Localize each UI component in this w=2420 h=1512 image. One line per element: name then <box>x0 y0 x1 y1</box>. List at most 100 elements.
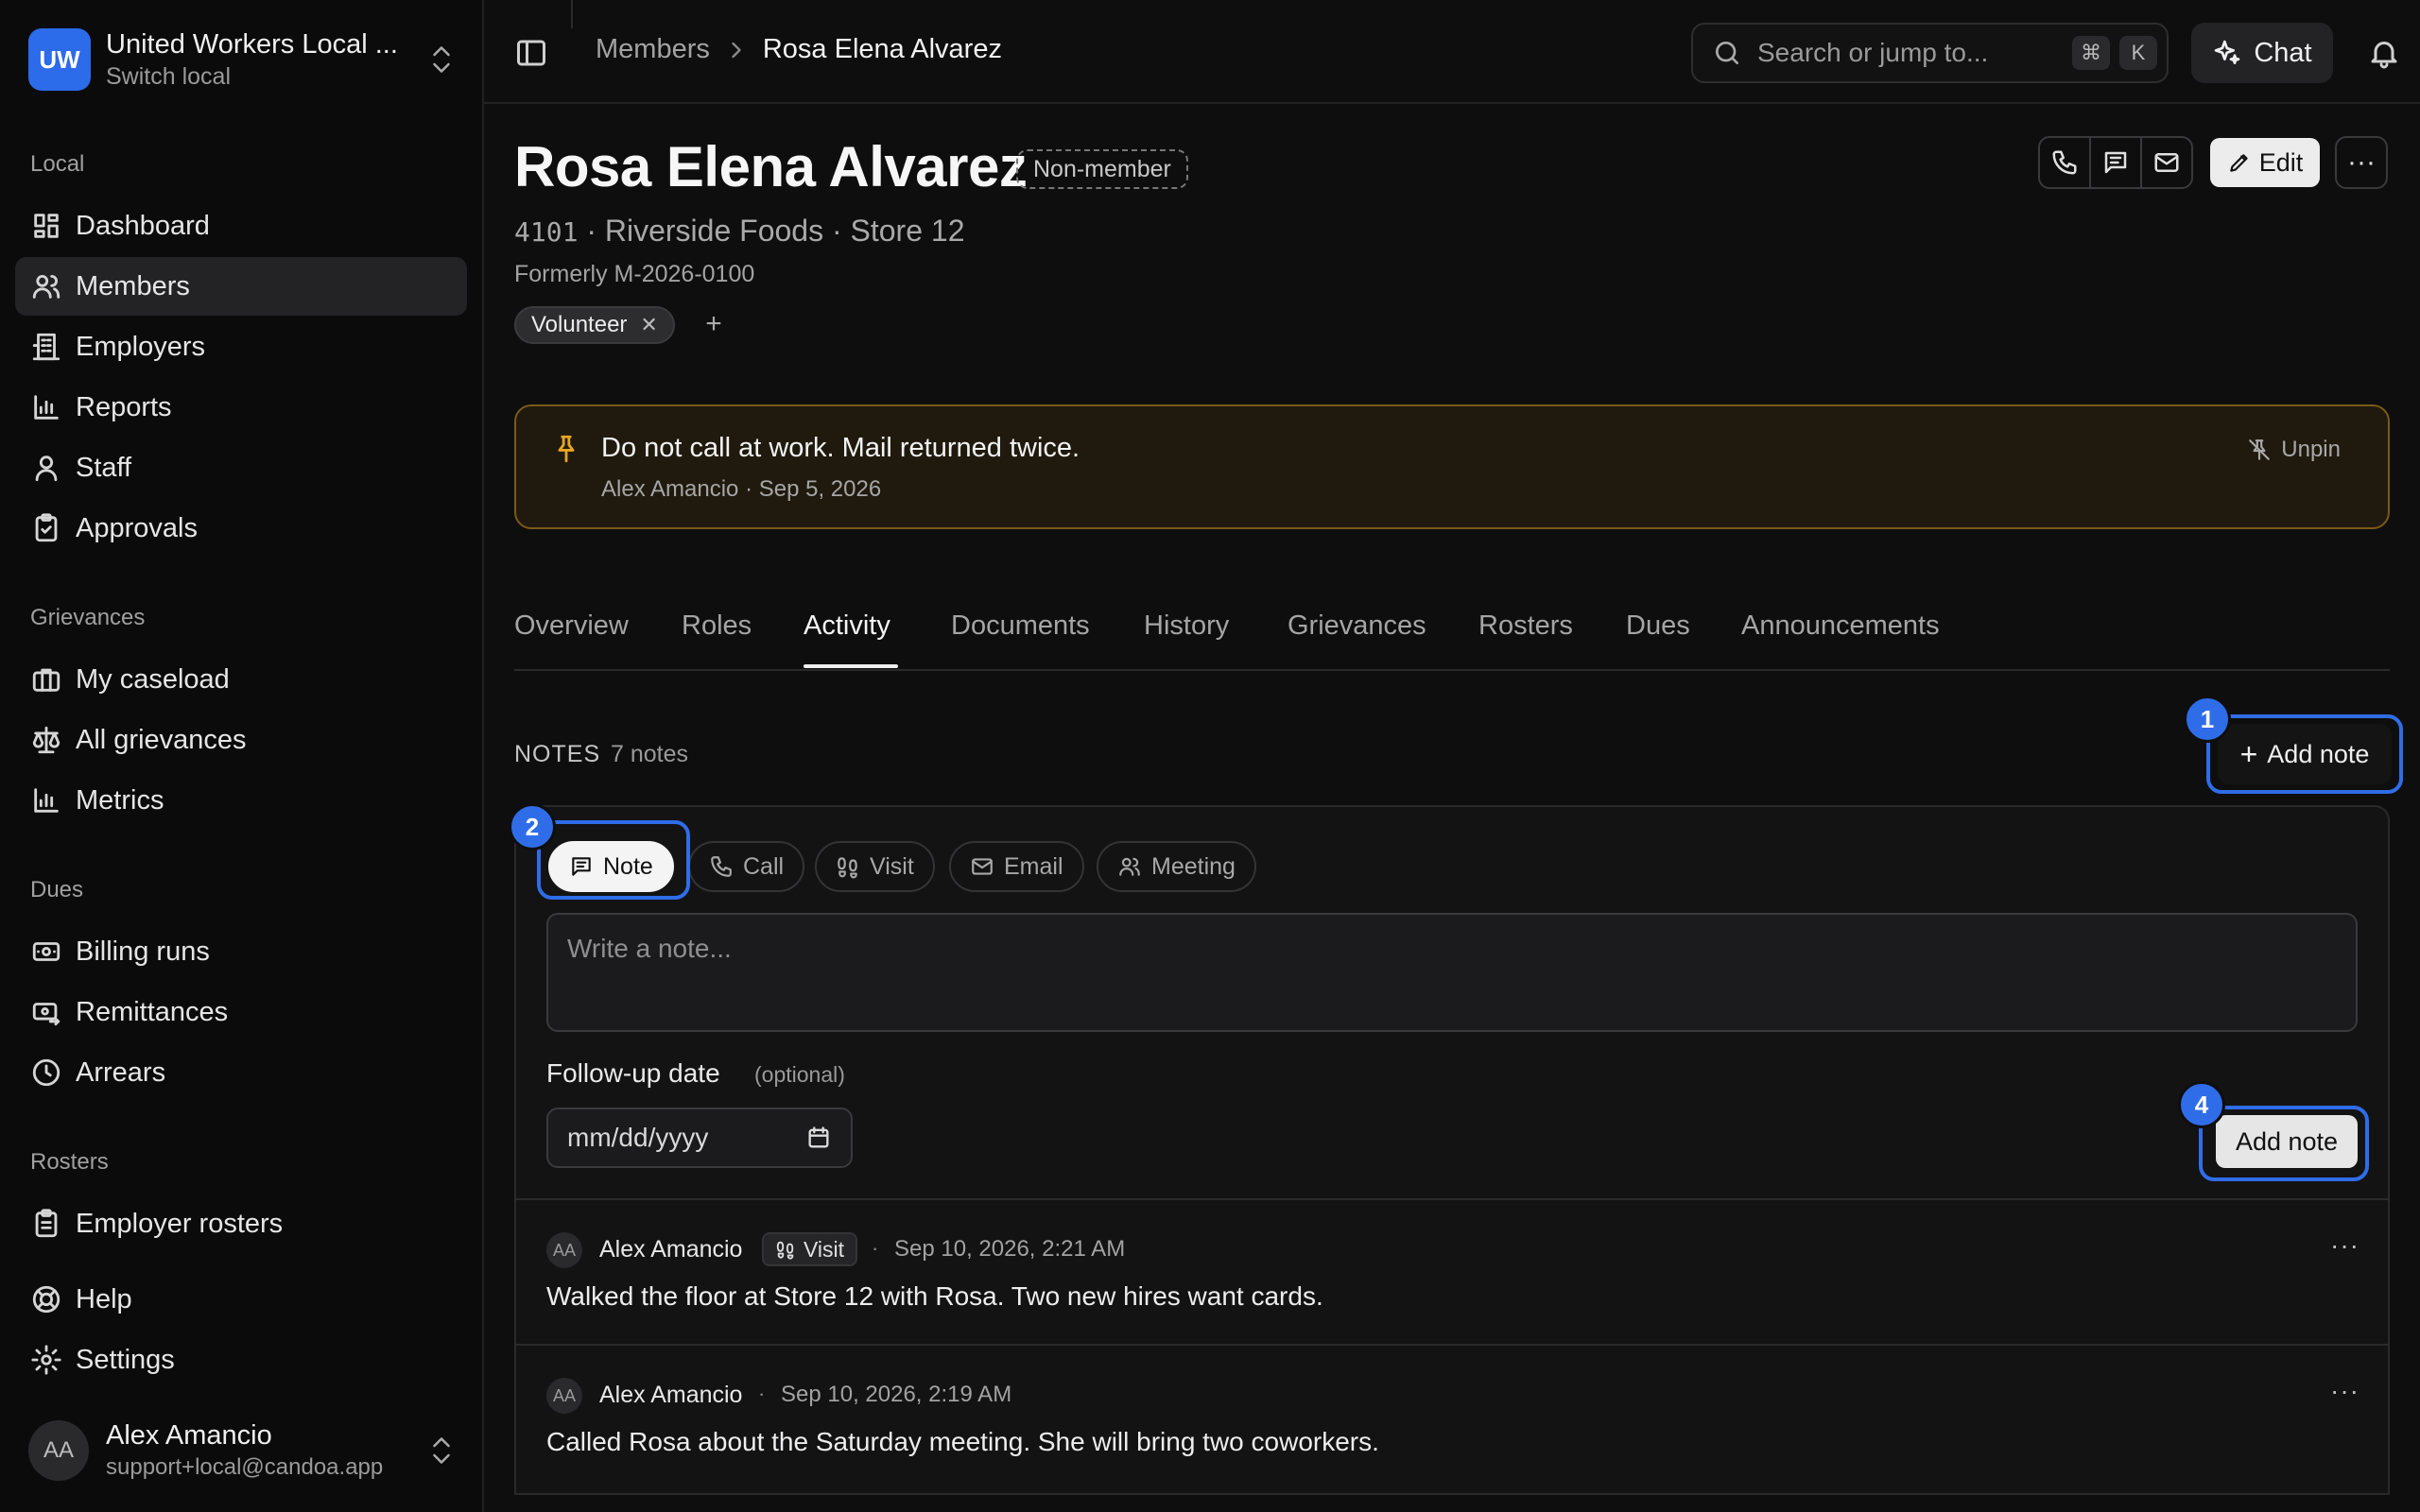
user-menu[interactable]: AA Alex Amancio support+local@candoa.app <box>28 1418 456 1484</box>
note-author: Alex Amancio <box>599 1236 743 1263</box>
sidebar-item-metrics[interactable]: Metrics <box>15 771 467 830</box>
calendar-icon[interactable] <box>805 1125 832 1151</box>
sidebar-item-label: Employer rosters <box>76 1208 284 1239</box>
sidebar-item-help[interactable]: Help <box>15 1270 467 1329</box>
note-author: Alex Amancio <box>599 1382 743 1408</box>
note-type-label: Call <box>743 852 785 880</box>
breadcrumb: Members Rosa Elena Alvarez <box>596 34 1002 65</box>
search-placeholder: Search or jump to... <box>1757 38 1989 67</box>
sidebar-item-staff[interactable]: Staff <box>15 438 467 497</box>
mail-icon <box>2154 153 2179 172</box>
tab-dues[interactable]: Dues <box>1626 610 1690 642</box>
workspace-logo: UW <box>28 28 91 91</box>
note-timestamp: Sep 10, 2026, 2:19 AM <box>781 1382 1012 1407</box>
note-type-visit[interactable]: Visit <box>815 841 935 892</box>
list-item: AA Alex Amancio Visit · Sep 10, 2026, 2:… <box>514 1198 2390 1346</box>
sidebar-item-reports[interactable]: Reports <box>15 378 467 437</box>
note-textarea[interactable]: Write a note... <box>546 913 2358 1032</box>
breadcrumb-members[interactable]: Members <box>596 34 710 65</box>
message-button[interactable] <box>2091 138 2142 187</box>
sidebar-item-label: Employers <box>76 331 205 362</box>
sidebar-toggle-icon[interactable] <box>514 36 548 70</box>
sidebar-item-remittances[interactable]: Remittances <box>15 983 467 1041</box>
separator-dot: · <box>758 1382 766 1405</box>
sidebar-item-label: Arrears <box>76 1057 166 1088</box>
date-placeholder: mm/dd/yyyy <box>567 1123 709 1152</box>
ellipsis-icon: ··· <box>2347 146 2376 178</box>
user-email: support+local@candoa.app <box>106 1454 384 1480</box>
search-input[interactable]: Search or jump to... ⌘ K <box>1691 23 2169 83</box>
call-button[interactable] <box>2040 138 2091 187</box>
sidebar-item-label: Metrics <box>76 784 164 816</box>
building-icon <box>32 333 60 361</box>
chat-button[interactable]: Chat <box>2191 23 2333 83</box>
sidebar-item-dashboard[interactable]: Dashboard <box>15 197 467 255</box>
active-tab-indicator <box>804 664 898 668</box>
remove-tag-icon[interactable]: ✕ <box>640 313 657 337</box>
tab-bar: Overview Roles Activity Documents Histor… <box>514 593 2390 671</box>
note-more-button[interactable]: ··· <box>2330 1230 2360 1261</box>
search-icon <box>1716 42 1738 64</box>
user-name: Alex Amancio <box>106 1420 272 1451</box>
sidebar-item-all-grievances[interactable]: All grievances <box>15 711 467 769</box>
note-type-email[interactable]: Email <box>949 841 1084 892</box>
tab-rosters[interactable]: Rosters <box>1478 610 1573 642</box>
callout-badge: 1 <box>2184 696 2231 743</box>
note-type-label: Meeting <box>1151 852 1236 880</box>
note-type-meeting[interactable]: Meeting <box>1097 841 1256 892</box>
clipboard-check-icon <box>35 513 58 542</box>
sidebar-item-employers[interactable]: Employers <box>15 318 467 376</box>
tab-announcements[interactable]: Announcements <box>1741 610 1940 642</box>
tab-roles[interactable]: Roles <box>682 610 752 642</box>
divider <box>571 0 573 28</box>
tab-grievances[interactable]: Grievances <box>1288 610 1426 642</box>
sidebar-item-settings[interactable]: Settings <box>15 1331 467 1389</box>
tab-history[interactable]: History <box>1144 610 1229 642</box>
note-type-call[interactable]: Call <box>688 841 805 892</box>
sidebar-item-members[interactable]: Members <box>15 257 467 316</box>
scale-icon <box>32 726 60 754</box>
follow-up-date-input[interactable]: mm/dd/yyyy <box>546 1108 853 1168</box>
sidebar-item-label: Billing runs <box>76 936 210 967</box>
sidebar-item-label: Approvals <box>76 512 198 543</box>
user-icon <box>35 455 58 482</box>
edit-button[interactable]: Edit <box>2210 138 2320 187</box>
tab-activity[interactable]: Activity <box>804 610 890 642</box>
edit-label: Edit <box>2258 147 2304 177</box>
member-formerly: Formerly M-2026-0100 <box>514 261 755 287</box>
unpin-button[interactable]: Unpin <box>2247 437 2341 463</box>
contact-actions <box>2038 136 2193 189</box>
sidebar-item-my-caseload[interactable]: My caseload <box>15 650 467 709</box>
sidebar-item-billing-runs[interactable]: Billing runs <box>15 922 467 981</box>
bar-chart-icon <box>34 395 59 420</box>
chevron-up-down-icon <box>433 1437 450 1464</box>
chevron-up-down-icon <box>433 46 450 73</box>
sidebar-item-employer-rosters[interactable]: Employer rosters <box>15 1194 467 1253</box>
avatar: AA <box>28 1420 89 1481</box>
member-subtitle: 4101 · Riverside Foods · Store 12 <box>514 214 964 249</box>
chat-label: Chat <box>2254 37 2312 68</box>
section-label-local: Local <box>30 151 85 177</box>
add-tag-button[interactable]: + <box>698 308 730 340</box>
sidebar-item-approvals[interactable]: Approvals <box>15 499 467 558</box>
sidebar-item-label: All grievances <box>76 724 247 755</box>
more-options-button[interactable]: ··· <box>2335 136 2388 189</box>
sidebar-item-arrears[interactable]: Arrears <box>15 1043 467 1102</box>
bell-icon[interactable] <box>2367 36 2401 70</box>
note-type-label: Email <box>1004 852 1063 880</box>
note-composer: Note Call Visit Email Meeting Write a no… <box>514 805 2390 1198</box>
briefcase-icon <box>32 668 60 692</box>
sidebar-item-label: Help <box>76 1283 132 1314</box>
note-type-badge-label: Visit <box>804 1236 845 1262</box>
submit-note-button[interactable]: Add note <box>2216 1115 2358 1168</box>
tab-documents[interactable]: Documents <box>951 610 1090 642</box>
sparkles-icon <box>2215 40 2240 64</box>
workspace-switcher[interactable]: UW United Workers Local ... Switch local <box>28 26 456 93</box>
note-more-button[interactable]: ··· <box>2330 1376 2360 1406</box>
phone-icon <box>711 856 732 877</box>
top-bar: Members Rosa Elena Alvarez Search or jum… <box>484 0 2420 104</box>
callout-badge: 4 <box>2178 1081 2225 1128</box>
email-button[interactable] <box>2142 138 2191 187</box>
add-note-button[interactable]: + Add note <box>2218 724 2392 784</box>
tab-overview[interactable]: Overview <box>514 610 629 642</box>
